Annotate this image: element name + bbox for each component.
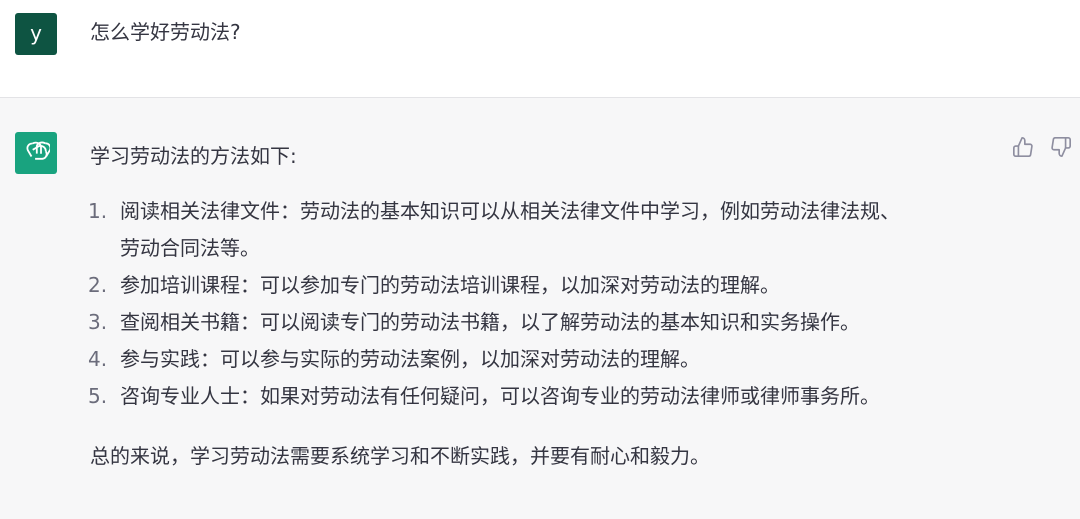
assistant-summary: 总的来说，学习劳动法需要系统学习和不断实践，并要有耐心和毅力。 (90, 444, 710, 468)
list-item: 2. 参加培训课程：可以参加专门的劳动法培训课程，以加深对劳动法的理解。 (88, 267, 990, 304)
list-number: 4. (88, 347, 108, 371)
list-item-text: 阅读相关法律文件：劳动法的基本知识可以从相关法律文件中学习，例如劳动法律法规、 (120, 199, 900, 223)
list-number: 3. (88, 310, 108, 334)
thumbs-down-icon[interactable] (1050, 136, 1072, 158)
list-item: 3. 查阅相关书籍：可以阅读专门的劳动法书籍，以了解劳动法的基本知识和实务操作。 (88, 304, 990, 341)
user-message-text: 怎么学好劳动法? (90, 20, 241, 44)
list-item: 5. 咨询专业人士：如果对劳动法有任何疑问，可以咨询专业的劳动法律师或律师事务所… (88, 378, 990, 415)
thumbs-up-icon[interactable] (1012, 136, 1034, 158)
assistant-message-row: 学习劳动法的方法如下: 1. 阅读相关法律文件：劳动法的基本知识可以从相关法律文… (0, 98, 1080, 519)
list-item-text-continued: 劳动合同法等。 (120, 236, 260, 260)
list-item-text: 咨询专业人士：如果对劳动法有任何疑问，可以咨询专业的劳动法律师或律师事务所。 (120, 384, 880, 408)
assistant-message-content: 学习劳动法的方法如下: 1. 阅读相关法律文件：劳动法的基本知识可以从相关法律文… (88, 138, 990, 475)
feedback-buttons (1012, 136, 1072, 158)
list-item-text: 查阅相关书籍：可以阅读专门的劳动法书籍，以了解劳动法的基本知识和实务操作。 (120, 310, 860, 334)
user-avatar: y (15, 13, 57, 55)
openai-logo-icon (15, 132, 57, 174)
steps-list: 1. 阅读相关法律文件：劳动法的基本知识可以从相关法律文件中学习，例如劳动法律法… (88, 193, 990, 415)
list-number: 2. (88, 273, 108, 297)
list-number: 5. (88, 384, 108, 408)
list-item: 1. 阅读相关法律文件：劳动法的基本知识可以从相关法律文件中学习，例如劳动法律法… (88, 193, 990, 267)
user-message-row: y 怎么学好劳动法? (0, 0, 1080, 98)
assistant-intro: 学习劳动法的方法如下: (90, 144, 297, 168)
list-number: 1. (88, 199, 108, 223)
list-item-text: 参与实践：可以参与实际的劳动法案例，以加深对劳动法的理解。 (120, 347, 700, 371)
list-item-text: 参加培训课程：可以参加专门的劳动法培训课程，以加深对劳动法的理解。 (120, 273, 780, 297)
list-item: 4. 参与实践：可以参与实际的劳动法案例，以加深对劳动法的理解。 (88, 341, 990, 378)
